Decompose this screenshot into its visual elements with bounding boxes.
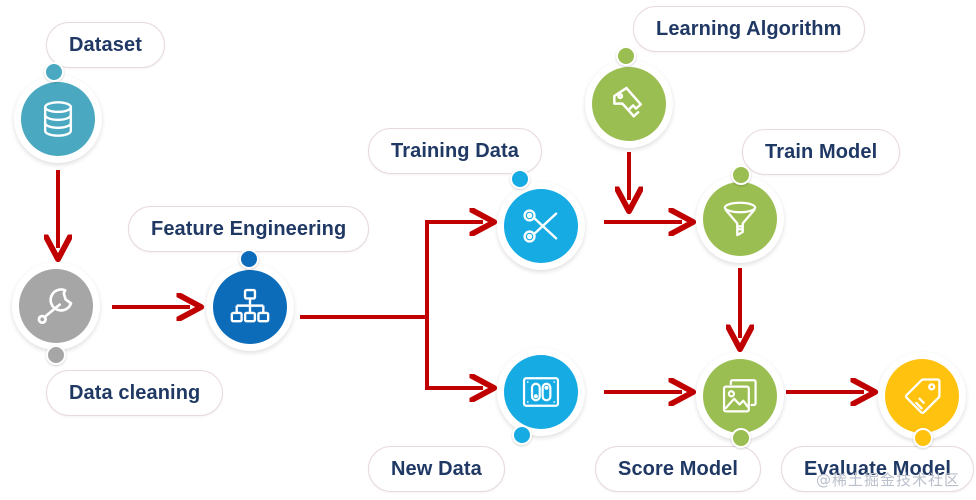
connector-dot-learning-algorithm	[616, 46, 636, 66]
toggle-panel-icon	[522, 377, 560, 407]
key-icon	[613, 86, 642, 118]
label-pill-training-data[interactable]: Training Data	[368, 128, 542, 174]
node-dataset[interactable]	[14, 75, 102, 163]
label-pill-new-data[interactable]: New Data	[368, 446, 505, 492]
connector-dot-train-model	[731, 165, 751, 185]
funnel-icon	[723, 201, 757, 237]
node-training-data[interactable]	[497, 182, 585, 270]
label-pill-data-cleaning[interactable]: Data cleaning	[46, 370, 224, 416]
connector-dot-feature-engineering	[239, 249, 259, 269]
connector-dot-training-data	[510, 169, 530, 189]
label-text-learning-algorithm: Learning Algorithm	[656, 17, 842, 40]
ml-workflow-diagram: Dataset Data cleaning Feature Engineerin…	[0, 0, 976, 500]
scissors-icon	[523, 209, 558, 243]
wrench-icon	[37, 288, 73, 324]
label-pill-dataset[interactable]: Dataset	[46, 22, 165, 68]
node-evaluate-model[interactable]	[878, 352, 966, 440]
label-text-training-data: Training Data	[391, 139, 519, 162]
label-pill-train-model[interactable]: Train Model	[742, 129, 901, 175]
label-text-dataset: Dataset	[69, 33, 142, 56]
watermark-text: @稀土掘金技术社区	[815, 471, 960, 489]
connector-dot-dataset	[44, 62, 64, 82]
connector-dot-score-model	[731, 428, 751, 448]
node-feature-engineering[interactable]	[206, 263, 294, 351]
node-train-model[interactable]	[696, 175, 784, 263]
label-text-feature-engineering: Feature Engineering	[151, 217, 347, 240]
hierarchy-icon	[230, 288, 270, 323]
node-new-data[interactable]	[497, 348, 585, 436]
label-text-new-data: New Data	[391, 457, 482, 480]
node-data-cleaning[interactable]	[12, 262, 100, 350]
label-pill-score-model[interactable]: Score Model	[595, 446, 762, 492]
node-score-model[interactable]	[696, 352, 784, 440]
node-learning-algorithm[interactable]	[585, 60, 673, 148]
connector-dot-data-cleaning	[46, 345, 66, 365]
label-text-score-model: Score Model	[618, 457, 739, 480]
tag-icon	[904, 378, 941, 415]
label-text-train-model: Train Model	[765, 140, 878, 163]
label-pill-learning-algorithm[interactable]: Learning Algorithm	[633, 6, 865, 52]
label-text-data-cleaning: Data cleaning	[69, 381, 201, 404]
label-pill-feature-engineering[interactable]: Feature Engineering	[128, 206, 370, 252]
image-stack-icon	[722, 379, 757, 413]
edge-feature-engineering-to-new-data	[425, 317, 483, 388]
connector-dot-evaluate-model	[913, 428, 933, 448]
database-icon	[43, 101, 73, 137]
connector-dot-new-data	[512, 425, 532, 445]
